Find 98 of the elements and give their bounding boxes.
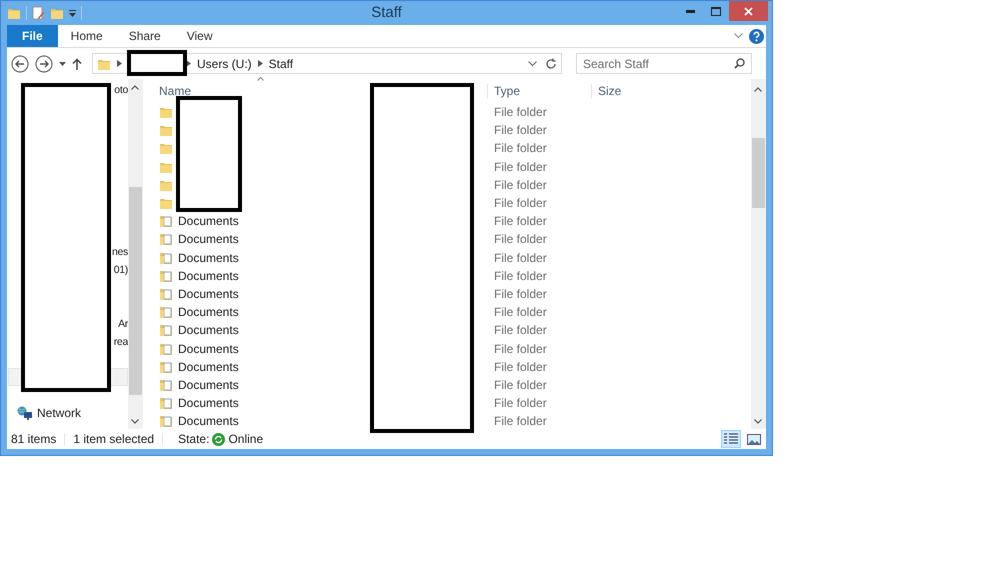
- expand-ribbon-icon[interactable]: [734, 33, 743, 39]
- column-header[interactable]: Size: [598, 84, 622, 98]
- file-type: File folder: [494, 268, 547, 283]
- folder-icon: [159, 123, 173, 138]
- ribbon-tab[interactable]: Share: [116, 25, 174, 47]
- chevron-right-icon: [258, 60, 263, 67]
- documents-folder-icon: [159, 414, 173, 428]
- file-name[interactable]: Documents: [178, 396, 239, 410]
- documents-folder-icon: [159, 232, 173, 246]
- refresh-icon[interactable]: [545, 58, 557, 70]
- search-icon: [734, 58, 745, 69]
- details-view-button[interactable]: [721, 430, 741, 448]
- file-type: File folder: [494, 342, 547, 356]
- documents-folder-icon: [159, 342, 173, 356]
- forward-button[interactable]: [35, 54, 53, 72]
- nav-item[interactable]: nes: [112, 246, 128, 258]
- scrollbar-thumb[interactable]: [129, 187, 142, 395]
- breadcrumb[interactable]: Users (U:): [197, 56, 252, 70]
- folder-icon: [159, 196, 173, 210]
- file-type: File folder: [494, 196, 547, 210]
- recent-locations-button[interactable]: [59, 62, 66, 66]
- scroll-down-icon[interactable]: [131, 419, 139, 424]
- file-name[interactable]: Documents: [178, 250, 239, 265]
- redaction-box: [127, 50, 187, 76]
- back-button[interactable]: [11, 54, 29, 72]
- documents-folder-icon: [159, 250, 173, 265]
- documents-folder-icon: [159, 396, 173, 410]
- file-type: File folder: [494, 141, 547, 156]
- search-box[interactable]: Search Staff: [576, 53, 752, 74]
- folder-icon: [7, 6, 21, 20]
- maximize-icon: [711, 6, 721, 16]
- close-icon: [744, 6, 753, 16]
- close-button[interactable]: [729, 1, 768, 21]
- nav-item[interactable]: 01): [114, 264, 128, 276]
- file-type: File folder: [494, 105, 547, 120]
- breadcrumb[interactable]: Staff: [268, 56, 294, 70]
- file-name[interactable]: Documents: [178, 232, 239, 246]
- state-value: Online: [228, 432, 264, 446]
- nav-item[interactable]: Network: [37, 406, 82, 420]
- file-name[interactable]: Documents: [178, 378, 239, 392]
- selection-count: 1 item selected: [65, 433, 164, 445]
- ribbon-tab[interactable]: View: [174, 25, 226, 47]
- folder-icon: [159, 141, 173, 156]
- customize-dropdown-icon[interactable]: [69, 10, 76, 16]
- file-type: File folder: [494, 123, 547, 138]
- documents-folder-icon: [159, 360, 173, 374]
- network-icon: [17, 406, 33, 420]
- new-folder-icon: [50, 6, 64, 20]
- scroll-up-icon[interactable]: [131, 85, 139, 90]
- file-type: File folder: [494, 178, 547, 192]
- documents-folder-icon: [159, 214, 173, 228]
- file-type: File folder: [494, 323, 547, 338]
- documents-folder-icon: [159, 286, 173, 301]
- address-dropdown-icon[interactable]: [528, 60, 537, 66]
- sync-status-icon: [212, 432, 226, 446]
- file-type: File folder: [494, 232, 547, 246]
- nav-scrollbar[interactable]: [128, 79, 143, 429]
- ribbon-tab[interactable]: Home: [58, 25, 116, 47]
- column-header[interactable]: Name: [159, 84, 192, 98]
- file-name[interactable]: Documents: [178, 414, 239, 428]
- file-type: File folder: [494, 286, 547, 301]
- file-type: File folder: [494, 214, 547, 228]
- file-type: File folder: [494, 360, 547, 374]
- chevron-right-icon: [117, 60, 122, 67]
- file-name[interactable]: Documents: [178, 268, 239, 283]
- documents-folder-icon: [159, 305, 173, 320]
- nav-item[interactable]: rea: [114, 336, 128, 348]
- documents-folder-icon: [159, 323, 173, 338]
- window-title: Staff: [371, 4, 402, 21]
- file-name[interactable]: Documents: [178, 323, 239, 338]
- help-icon[interactable]: [749, 28, 764, 44]
- scroll-down-icon[interactable]: [754, 419, 762, 424]
- documents-folder-icon: [159, 268, 173, 283]
- column-header[interactable]: Type: [494, 84, 520, 98]
- file-name[interactable]: Documents: [178, 360, 239, 374]
- scroll-up-icon[interactable]: [754, 87, 762, 92]
- file-type: File folder: [494, 378, 547, 392]
- file-type: File folder: [494, 250, 547, 265]
- file-type: File folder: [494, 160, 547, 174]
- file-name[interactable]: Documents: [178, 342, 239, 356]
- sort-ascending-icon: [257, 77, 264, 81]
- scrollbar-thumb[interactable]: [752, 138, 765, 208]
- file-name[interactable]: Documents: [178, 286, 239, 301]
- file-type: File folder: [494, 396, 547, 410]
- minimize-icon: [686, 10, 694, 12]
- nav-item[interactable]: oto: [114, 84, 128, 96]
- folder-icon: [159, 105, 173, 120]
- file-tab[interactable]: File: [7, 25, 58, 47]
- file-name[interactable]: Documents: [178, 305, 239, 320]
- item-count: 81 items: [7, 433, 66, 445]
- file-name[interactable]: Documents: [178, 214, 239, 228]
- file-type: File folder: [494, 414, 547, 428]
- nav-item[interactable]: Ar: [118, 318, 128, 330]
- up-button[interactable]: [72, 58, 82, 70]
- file-type: File folder: [494, 305, 547, 320]
- file-list-scrollbar[interactable]: [751, 79, 766, 429]
- documents-folder-icon: [159, 378, 173, 392]
- state-label: State:: [178, 432, 210, 446]
